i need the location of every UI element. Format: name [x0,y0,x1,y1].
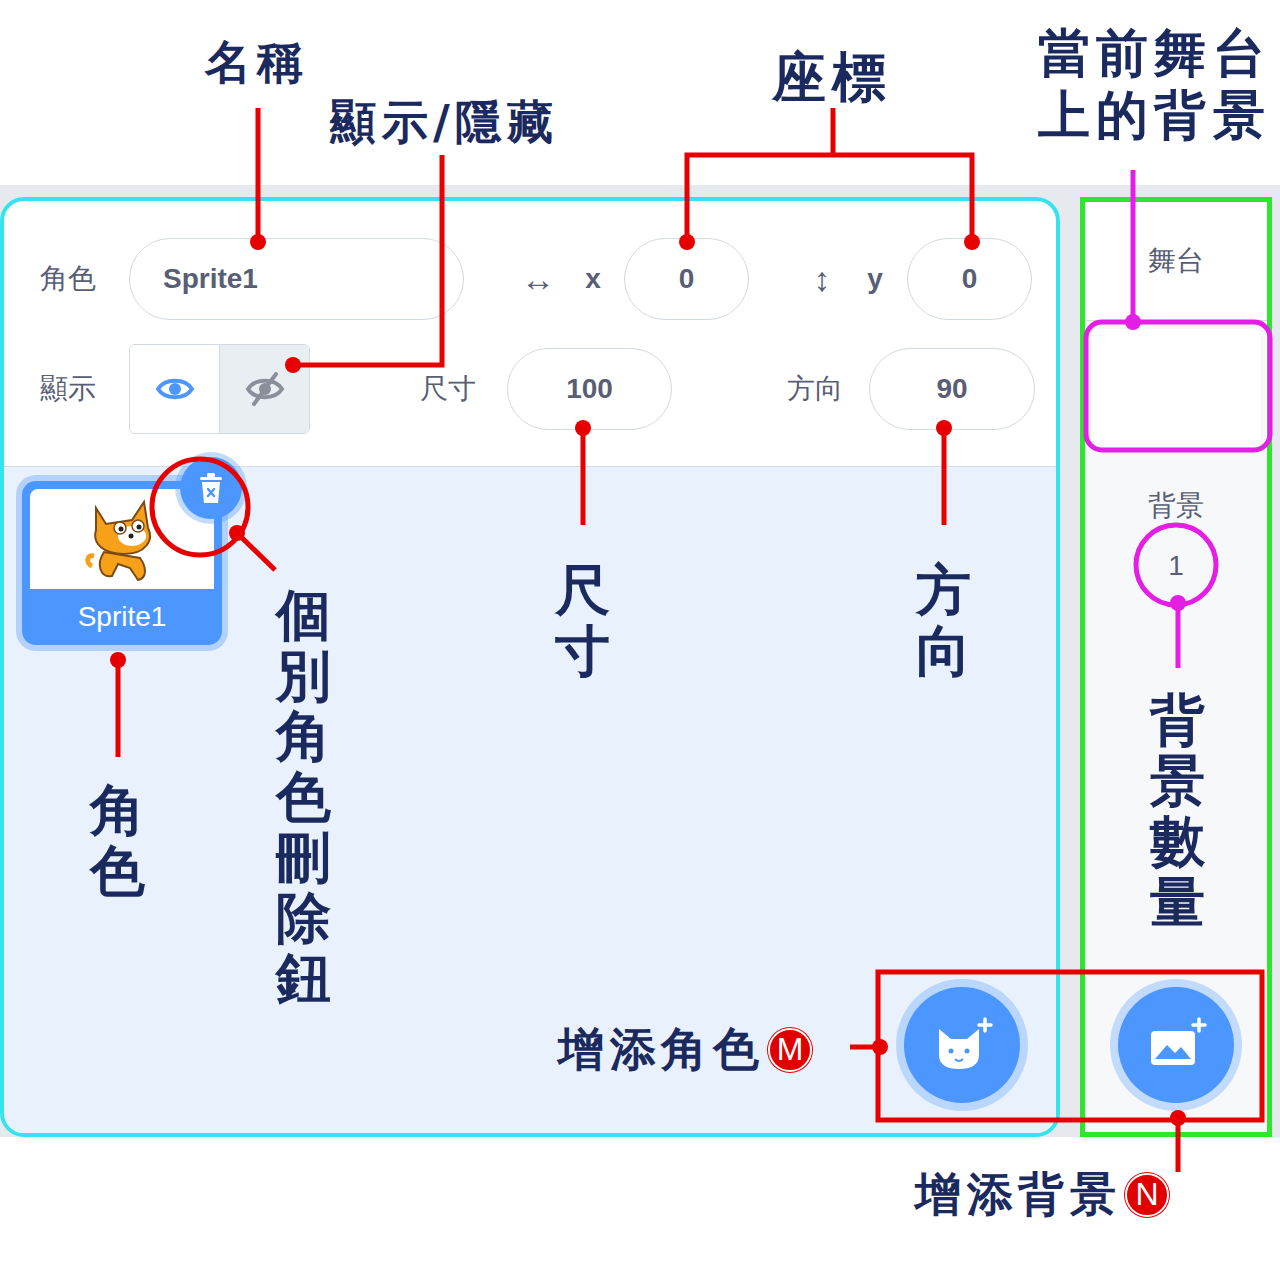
backdrops-label: 背景 [1148,489,1204,523]
sprite-list: Sprite1 [4,467,1056,1133]
x-arrow-icon: ↔ [516,260,560,299]
annotation-text: 尺寸 [555,557,610,683]
y-field[interactable]: 0 [907,238,1032,320]
annotation-label: 名稱 [205,35,308,90]
info-row: 顯示 尺寸 100 方向 90 [4,344,1056,434]
callout-line [936,420,952,525]
annotation-label: 增添背景N [915,1167,1169,1222]
name-field[interactable]: Sprite1 [129,238,464,320]
callout-line [285,155,442,373]
callout-line [1136,525,1216,668]
y-value: 0 [962,263,978,295]
delete-button[interactable] [180,457,242,519]
add-sprite-button[interactable] [904,987,1020,1103]
annotation-lines [0,0,1280,1288]
annotation-text: 方向 [916,557,971,683]
sprite-label: 角色 [40,260,129,298]
annotation-label: 尺寸 [555,560,610,681]
annotation-badge: M [768,1028,812,1072]
annotation-text: 增添背景 [915,1167,1121,1222]
direction-value: 90 [936,373,967,405]
eye-icon [155,369,195,409]
annotation-badge: N [1125,1173,1169,1217]
size-field[interactable]: 100 [507,348,672,430]
callout-line [1170,1110,1186,1172]
annotation-label: 方向 [916,560,971,681]
stage-title[interactable]: 舞台 [1085,202,1267,321]
sprite-info: 角色 Sprite1 ↔ x 0 ↕ y 0 顯示 尺寸 100 方向 90 [4,201,1056,467]
y-label: y [860,263,890,295]
annotation-label: 個別角色刪除鈕 [276,585,331,1009]
sprite-pane: 角色Sprite1↔x0↕y0顯示尺寸100方向90Sprite1 [0,197,1060,1137]
annotation-label: 背景數量 [1150,690,1205,932]
add-backdrop-button[interactable] [1118,987,1234,1103]
annotation-text: 背景數量 [1150,687,1205,934]
annotation-label: 顯示/隱藏 [330,95,558,150]
visibility-toggle [129,344,310,434]
annotation-text: 當前舞台上的背景 [1038,22,1273,147]
show-label: 顯示 [40,370,129,408]
callout-line [679,108,980,250]
annotation-label: 當前舞台上的背景 [1038,22,1273,147]
sprite-name: Sprite1 [30,589,214,645]
y-arrow-icon: ↕ [807,260,837,299]
size-value: 100 [566,373,613,405]
stage-backdrop-thumbnail[interactable] [1091,329,1261,447]
info-row: 角色 Sprite1 ↔ x 0 ↕ y 0 [4,238,1056,320]
annotation-text: 增添角色 [558,1022,764,1077]
callout-line [575,420,591,525]
direction-field[interactable]: 90 [869,348,1035,430]
callout-line [850,972,1262,1120]
direction-label: 方向 [787,370,847,408]
x-label: x [578,263,608,295]
annotation-text: 顯示/隱藏 [330,95,558,150]
x-field[interactable]: 0 [624,238,749,320]
size-label: 尺寸 [420,370,482,408]
x-value: 0 [679,263,695,295]
annotation-text: 名稱 [205,35,308,90]
cat-add-icon [931,1017,993,1073]
callout-line [250,108,266,250]
annotation-text: 座標 [772,45,893,110]
callout-line [1086,170,1270,450]
sprite-card[interactable]: Sprite1 [22,481,222,645]
annotation-text: 角色 [90,777,145,903]
annotated-sprite-pane: 角色Sprite1↔x0↕y0顯示尺寸100方向90Sprite1舞台背景1名稱… [0,0,1280,1288]
image-add-icon [1145,1017,1207,1073]
annotation-text: 個別角色刪除鈕 [276,582,331,1010]
annotation-label: 增添角色M [558,1022,812,1077]
annotation-label: 座標 [772,45,893,110]
callout-line [152,459,275,570]
show-button[interactable] [130,345,219,433]
trash-icon [196,471,226,505]
callout-line [110,652,126,757]
backdrop-count: 1 [1168,549,1184,583]
annotation-label: 角色 [90,780,145,901]
name-value: Sprite1 [163,263,258,295]
eye-crossed-icon [245,369,285,409]
